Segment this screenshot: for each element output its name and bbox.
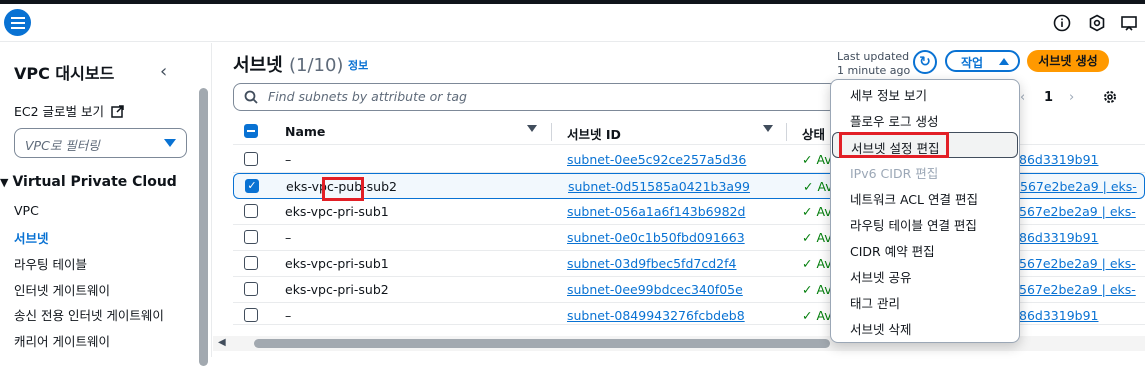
menu-item-edit-route-table[interactable]: 라우팅 테이블 연결 편집 bbox=[832, 210, 1018, 236]
subnet-name: eks-vpc-pri-sub1 bbox=[285, 204, 389, 219]
check-circle-icon: ✓ bbox=[802, 204, 813, 219]
page-number[interactable]: 1 bbox=[1044, 90, 1053, 105]
subnet-id-link[interactable]: subnet-0849943276fcbdeb8 bbox=[567, 308, 745, 323]
menu-item-manage-tags[interactable]: 태그 관리 bbox=[832, 288, 1018, 314]
caret-up-icon bbox=[999, 58, 1009, 65]
subnet-name: eks-vpc-pri-sub1 bbox=[285, 256, 389, 271]
row-checkbox[interactable] bbox=[244, 256, 258, 270]
status-available: ✓ Av bbox=[802, 204, 832, 219]
chevron-left-icon[interactable]: ‹ bbox=[160, 61, 167, 82]
refresh-icon: ↻ bbox=[919, 54, 931, 70]
column-state[interactable]: 상태 bbox=[802, 124, 825, 143]
chevron-left-icon[interactable]: ‹ bbox=[1020, 90, 1025, 105]
vpc-filter-select[interactable]: VPC로 필터링 bbox=[14, 128, 187, 158]
actions-button[interactable]: 작업 bbox=[945, 50, 1020, 72]
hamburger-icon[interactable] bbox=[4, 9, 31, 36]
info-icon[interactable] bbox=[1053, 14, 1071, 32]
horizontal-scrollbar[interactable] bbox=[254, 339, 830, 348]
sidebar-item-route-tables[interactable]: 라우팅 테이블 bbox=[14, 254, 87, 273]
status-available: ✓ Av bbox=[802, 230, 832, 245]
route-table-link[interactable]: 567e2be2a9 | eks- bbox=[1019, 282, 1136, 297]
row-checkbox[interactable] bbox=[244, 282, 258, 296]
route-table-link[interactable]: 567e2be2a9 | eks- bbox=[1020, 179, 1137, 194]
status-available: ✓ Av bbox=[803, 179, 833, 194]
last-updated: Last updated 1 minute ago bbox=[837, 50, 911, 77]
info-link[interactable]: 정보 bbox=[348, 57, 368, 73]
row-checkbox[interactable] bbox=[244, 308, 258, 322]
check-circle-icon: ✓ bbox=[802, 282, 813, 297]
menu-item-edit-network-acl[interactable]: 네트워크 ACL 연결 편집 bbox=[832, 184, 1018, 210]
row-checkbox[interactable] bbox=[244, 204, 258, 218]
route-table-link[interactable]: 567e2be2a9 | eks- bbox=[1019, 256, 1136, 271]
subnet-name: – bbox=[285, 230, 292, 245]
top-bar bbox=[0, 4, 1145, 42]
create-subnet-button[interactable]: 서브넷 생성 bbox=[1027, 50, 1109, 72]
column-name[interactable]: Name bbox=[285, 124, 325, 139]
sort-icon[interactable] bbox=[763, 125, 773, 132]
cast-icon[interactable] bbox=[1120, 14, 1138, 32]
search-input[interactable]: Find subnets by attribute or tag bbox=[233, 83, 837, 111]
search-icon bbox=[244, 90, 258, 104]
sidebar-scrollbar[interactable] bbox=[199, 88, 208, 366]
check-circle-icon: ✓ bbox=[802, 308, 813, 323]
column-divider[interactable] bbox=[551, 123, 552, 141]
menu-item-edit-ipv6-cidr: IPv6 CIDR 편집 bbox=[850, 166, 939, 181]
check-circle-icon: ✓ bbox=[803, 179, 814, 194]
row-checkbox[interactable]: ✓ bbox=[245, 179, 259, 193]
status-available: ✓ Av bbox=[802, 308, 832, 323]
subnet-id-link[interactable]: subnet-0e0c1b50fbd091663 bbox=[567, 230, 745, 245]
sidebar-section-vpc[interactable]: ▼ Virtual Private Cloud bbox=[0, 174, 177, 190]
row-checkbox[interactable] bbox=[244, 230, 258, 244]
subnet-name: – bbox=[285, 152, 292, 167]
route-table-link[interactable]: 567e2be2a9 | eks- bbox=[1019, 204, 1136, 219]
menu-item-edit-cidr-reservations[interactable]: CIDR 예약 편집 bbox=[832, 236, 1018, 262]
menu-item-delete-subnet[interactable]: 서브넷 삭제 bbox=[832, 314, 1018, 340]
refresh-button[interactable]: ↻ bbox=[913, 50, 937, 74]
route-table-link[interactable]: 86d3319b91 bbox=[1019, 230, 1099, 245]
check-circle-icon: ✓ bbox=[802, 152, 813, 167]
sidebar-title: VPC 대시보드 bbox=[14, 64, 115, 83]
sidebar-item-vpc[interactable]: VPC bbox=[14, 203, 39, 218]
selection-count: (1/10) bbox=[288, 55, 344, 76]
highlight-box bbox=[839, 132, 949, 158]
status-available: ✓ Av bbox=[802, 152, 832, 167]
sidebar-ec2-global-link[interactable]: EC2 글로벌 보기 bbox=[14, 101, 124, 120]
column-divider[interactable] bbox=[786, 123, 787, 141]
sidebar-item-carrier-gateways[interactable]: 캐리어 게이트웨이 bbox=[14, 331, 110, 350]
route-table-link[interactable]: 86d3319b91 bbox=[1019, 308, 1099, 323]
subnet-id-link[interactable]: subnet-03d9fbec5fd7cd2f4 bbox=[567, 256, 736, 271]
sidebar-item-subnets[interactable]: 서브넷 bbox=[14, 228, 49, 247]
status-available: ✓ Av bbox=[802, 256, 832, 271]
route-table-link[interactable]: 86d3319b91 bbox=[1019, 152, 1099, 167]
menu-item-view-details[interactable]: 세부 정보 보기 bbox=[832, 80, 1018, 106]
sidebar-item-internet-gateways[interactable]: 인터넷 게이트웨이 bbox=[14, 280, 110, 299]
scroll-left-icon[interactable]: ◀ bbox=[218, 337, 226, 348]
column-subnet-id[interactable]: 서브넷 ID bbox=[567, 124, 621, 143]
subnet-name: – bbox=[285, 308, 292, 323]
status-available: ✓ Av bbox=[802, 282, 832, 297]
gear-icon[interactable] bbox=[1102, 89, 1118, 105]
subnet-id-link[interactable]: subnet-0ee99bdcec340f05e bbox=[567, 282, 743, 297]
row-checkbox[interactable] bbox=[244, 152, 258, 166]
subnet-id-link[interactable]: subnet-0d51585a0421b3a99 bbox=[568, 179, 750, 194]
subnet-id-link[interactable]: subnet-0ee5c92ce257a5d36 bbox=[567, 152, 746, 167]
sidebar: VPC 대시보드 ‹ EC2 글로벌 보기 VPC로 필터링 ▼ Virtual … bbox=[0, 43, 212, 366]
page-title: 서브넷 (1/10) bbox=[233, 55, 344, 76]
caret-down-icon: ▼ bbox=[0, 176, 9, 189]
caret-down-icon bbox=[164, 139, 176, 147]
actions-dropdown-menu: 세부 정보 보기 플로우 로그 생성 서브넷 설정 편집 IPv6 CIDR 편… bbox=[830, 79, 1020, 343]
select-all-checkbox[interactable] bbox=[244, 124, 258, 138]
highlight-box bbox=[322, 177, 364, 201]
subnet-name: eks-vpc-pri-sub2 bbox=[285, 282, 389, 297]
menu-item-share-subnet[interactable]: 서브넷 공유 bbox=[832, 262, 1018, 288]
hexagon-settings-icon[interactable] bbox=[1088, 14, 1106, 32]
chevron-right-icon[interactable]: › bbox=[1069, 90, 1074, 105]
subnet-id-link[interactable]: subnet-056a1a6f143b6982d bbox=[567, 204, 745, 219]
external-link-icon bbox=[111, 105, 124, 118]
check-circle-icon: ✓ bbox=[802, 230, 813, 245]
sort-icon[interactable] bbox=[527, 125, 537, 132]
menu-item-create-flow-log[interactable]: 플로우 로그 생성 bbox=[832, 106, 1018, 132]
sidebar-item-egress-only-igw[interactable]: 송신 전용 인터넷 게이트웨이 bbox=[14, 305, 164, 324]
check-circle-icon: ✓ bbox=[802, 256, 813, 271]
